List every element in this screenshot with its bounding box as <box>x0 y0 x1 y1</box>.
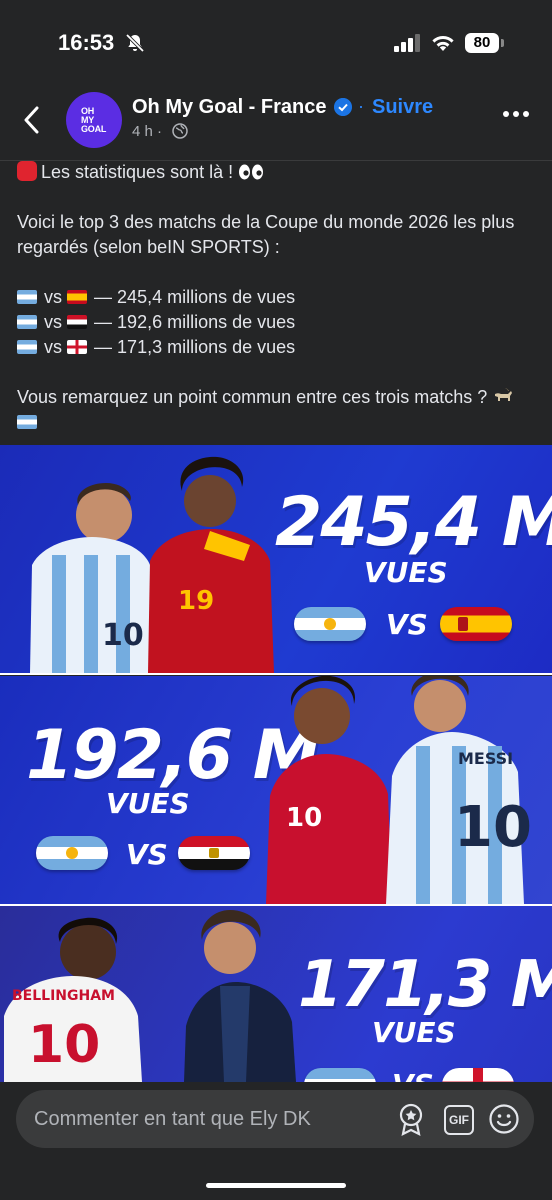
home-indicator[interactable] <box>206 1183 346 1188</box>
eyes-icon <box>239 164 264 180</box>
verified-icon <box>334 98 352 116</box>
player-argentina-illustration: 10 <box>30 483 152 673</box>
page-name[interactable]: Oh My Goal - France <box>132 96 326 119</box>
argentina-flag-icon <box>17 290 37 304</box>
egypt-flag-icon <box>67 315 88 329</box>
match-views: — 171,3 millions de vues <box>94 337 296 357</box>
silent-bell-icon <box>125 33 145 53</box>
jersey-number-3: 10 <box>454 795 532 860</box>
post-headline: Les statistiques sont là ! <box>41 162 234 182</box>
post-text: Les statistiques sont là ! Voici le top … <box>17 160 537 435</box>
spain-flag-icon <box>67 290 88 304</box>
stat-unit-2: VUES <box>106 787 190 820</box>
globe-icon <box>172 123 188 139</box>
wifi-icon <box>432 36 454 51</box>
argentina-flag-icon <box>17 415 37 429</box>
status-time: 16:53 <box>58 30 115 55</box>
post-time[interactable]: 4 h · <box>132 123 162 140</box>
stat-value-3: 171,3 M <box>298 948 552 1022</box>
vs-label-3: VS <box>392 1068 434 1082</box>
post-question: Vous remarquez un point commun entre ces… <box>17 385 537 435</box>
dot-separator: · <box>358 96 364 116</box>
player-messi-illustration: MESSI 10 <box>386 676 532 904</box>
egypt-flag-pill <box>178 836 250 870</box>
vs-label-2: VS <box>126 838 168 871</box>
argentina-flag-pill <box>36 836 108 870</box>
back-icon[interactable] <box>20 104 44 136</box>
spain-flag-pill <box>440 607 512 641</box>
comment-placeholder: Commenter en tant que Ely DK <box>34 1108 311 1130</box>
argentina-flag-pill <box>304 1068 376 1082</box>
comment-input[interactable]: Commenter en tant que Ely DK GIF <box>16 1090 534 1148</box>
vs-text: vs <box>44 312 63 332</box>
match-line-3: vs — 171,3 millions de vues <box>17 335 537 360</box>
jersey-number-4: 10 <box>28 1015 100 1075</box>
argentina-flag-icon <box>17 315 37 329</box>
emoji-icon[interactable] <box>488 1103 520 1135</box>
england-flag-pill <box>442 1068 514 1082</box>
vs-text: vs <box>44 287 63 307</box>
match-views: — 192,6 millions de vues <box>94 312 296 332</box>
post-intro: Voici le top 3 des matchs de la Coupe du… <box>17 212 515 257</box>
vs-label-1: VS <box>386 608 428 641</box>
player-spain-illustration: 19 <box>148 456 274 673</box>
match-views: — 245,4 millions de vues <box>94 287 296 307</box>
jersey-name-3: BELLINGHAM <box>12 988 115 1004</box>
siren-icon <box>17 161 37 181</box>
argentina-flag-pill <box>294 607 366 641</box>
stat-value-1: 245,4 M <box>275 483 552 562</box>
badge-icon[interactable] <box>396 1102 426 1136</box>
banner-divider <box>0 673 552 675</box>
stat-banner-1[interactable]: 10 19 245,4 M VUES VS <box>0 445 552 673</box>
stat-unit-3: VUES <box>372 1016 456 1049</box>
question-text: Vous remarquez un point commun entre ces… <box>17 387 488 407</box>
stat-banner-2[interactable]: 192,6 M VUES VS 10 MESSI 10 <box>0 676 552 904</box>
match-line-2: vs — 192,6 millions de vues <box>17 310 537 335</box>
status-bar: 16:53 80 <box>0 0 552 88</box>
vs-text: vs <box>44 337 63 357</box>
jersey-number-2: 10 <box>286 803 322 833</box>
argentina-flag-icon <box>17 340 37 354</box>
battery-indicator: 80 <box>465 33 499 53</box>
gif-icon[interactable]: GIF <box>444 1105 474 1135</box>
page-avatar[interactable]: OH MY GOAL <box>66 92 122 148</box>
jersey-number-1: 19 <box>178 586 214 616</box>
more-icon[interactable] <box>502 110 530 118</box>
post-header: OH MY GOAL Oh My Goal - France · Suivre … <box>0 88 552 161</box>
player-england-illustration: BELLINGHAM 10 <box>4 917 142 1082</box>
battery-tip <box>501 39 504 47</box>
follow-button[interactable]: Suivre <box>372 96 433 119</box>
stat-banner-3[interactable]: BELLINGHAM 10 171,3 M VUES VS <box>0 906 552 1082</box>
cell-signal-icon <box>394 34 420 52</box>
goat-icon <box>495 388 513 401</box>
jersey-name-2: MESSI <box>458 749 513 768</box>
player-argentina-away-illustration <box>184 910 296 1082</box>
svg-text:10: 10 <box>102 618 144 653</box>
post-line-1: Les statistiques sont là ! <box>17 160 537 185</box>
avatar-logo: OH MY GOAL <box>81 105 107 134</box>
england-flag-icon <box>67 340 88 354</box>
stat-unit-1: VUES <box>364 556 448 589</box>
match-line-1: vs — 245,4 millions de vues <box>17 285 537 310</box>
